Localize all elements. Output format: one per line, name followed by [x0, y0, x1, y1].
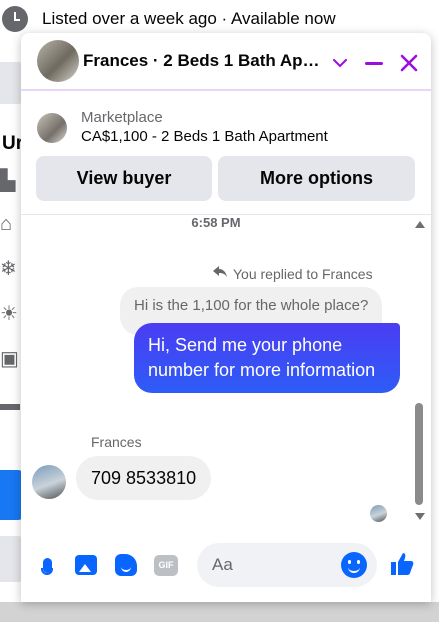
car-icon: ▬	[0, 393, 20, 415]
building-icon: ▙	[0, 170, 16, 192]
incoming-message[interactable]: 709 8533810	[76, 456, 212, 500]
listing-status-row: Listed over a week ago · Available now	[0, 4, 336, 34]
microphone-icon[interactable]	[35, 553, 59, 577]
message-input-container[interactable]	[197, 543, 377, 587]
outgoing-message[interactable]: Hi, Send me your phone number for more i…	[134, 323, 400, 393]
emoji-icon[interactable]	[341, 552, 367, 578]
gif-icon[interactable]: GIF	[154, 553, 178, 577]
gif-label: GIF	[154, 554, 178, 576]
action-buttons: View buyer More options	[21, 151, 431, 201]
photo-icon[interactable]	[74, 553, 98, 577]
scroll-up-arrow-icon[interactable]	[415, 221, 425, 228]
more-options-button[interactable]: More options	[218, 156, 415, 201]
close-icon[interactable]	[397, 51, 421, 75]
home-icon: ⌂	[0, 213, 13, 235]
snowflake-icon: ❄	[0, 258, 17, 280]
listing-thumbnail	[37, 113, 67, 143]
washer-icon: ▣	[0, 348, 19, 370]
listing-status: Listed over a week ago · Available now	[42, 9, 336, 28]
sticker-icon[interactable]	[114, 553, 138, 577]
minimize-icon[interactable]	[362, 51, 386, 75]
section-heading: Ur	[2, 133, 24, 154]
taskbar-strip	[0, 602, 439, 622]
conversation-title[interactable]: Frances · 2 Beds 1 Bath Ap…	[83, 51, 323, 71]
thumbs-up-icon[interactable]	[388, 551, 416, 579]
incoming-sender-name: Frances	[91, 434, 142, 450]
view-buyer-button[interactable]: View buyer	[36, 156, 212, 201]
listing-title: CA$1,100 - 2 Beds 1 Bath Apartment	[81, 128, 328, 145]
marketplace-label: Marketplace	[81, 109, 163, 126]
scroll-down-arrow-icon[interactable]	[415, 513, 425, 520]
scroll-thumb[interactable]	[415, 403, 423, 505]
chevron-down-icon[interactable]	[328, 51, 352, 75]
sender-avatar[interactable]	[32, 465, 66, 499]
listing-text: Marketplace CA$1,100 - 2 Beds 1 Bath Apa…	[81, 109, 328, 147]
message-input[interactable]	[212, 555, 332, 575]
composer-bar: GIF	[21, 541, 431, 589]
listing-info[interactable]: Marketplace CA$1,100 - 2 Beds 1 Bath Apa…	[21, 91, 431, 151]
conversation-avatar[interactable]	[37, 40, 79, 82]
message-timestamp: 6:58 PM	[191, 215, 241, 230]
seen-avatar-icon	[370, 505, 387, 522]
message-thread: 6:58 PM You replied to Frances Hi is the…	[21, 215, 411, 535]
clock-icon	[2, 6, 28, 32]
reply-indicator: You replied to Frances	[213, 265, 373, 282]
scrollbar[interactable]	[412, 217, 426, 527]
sunrise-icon: ☀	[0, 303, 18, 325]
chat-window: Frances · 2 Beds 1 Bath Ap… Marketplace …	[21, 33, 431, 602]
reply-indicator-text: You replied to Frances	[233, 265, 373, 282]
reply-icon	[213, 265, 227, 282]
chat-header: Frances · 2 Beds 1 Bath Ap…	[21, 33, 431, 91]
